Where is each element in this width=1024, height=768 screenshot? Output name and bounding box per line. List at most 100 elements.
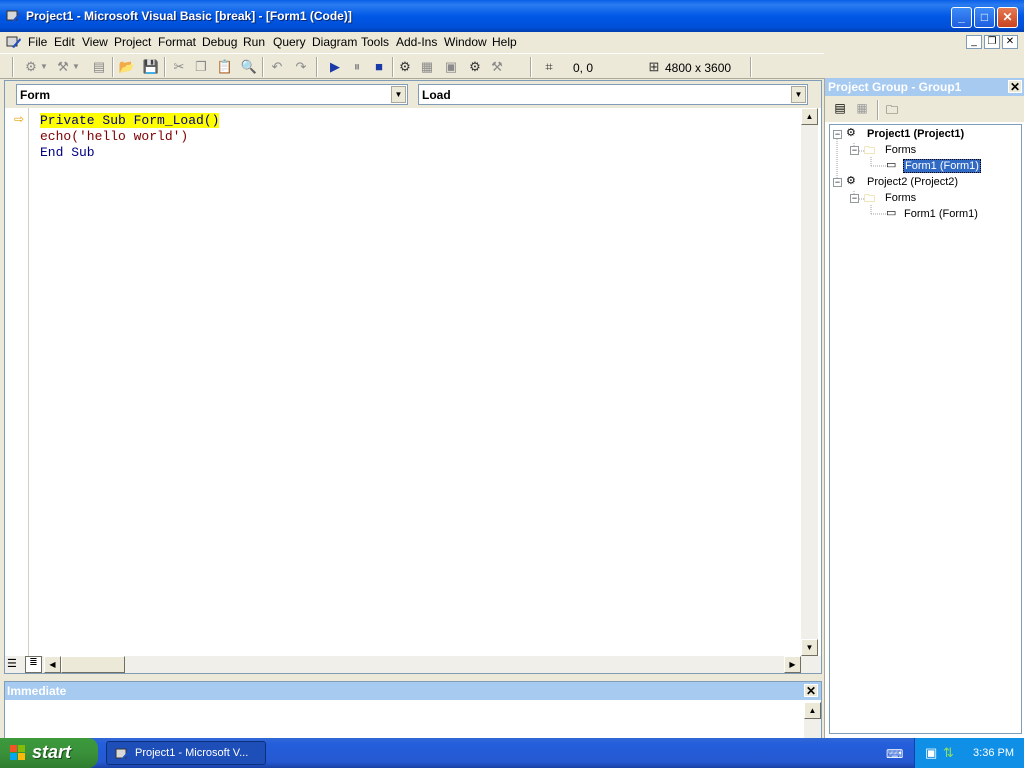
view-code-icon[interactable]: ▤: [831, 101, 849, 117]
menu-editor-icon[interactable]: ▤: [90, 58, 108, 76]
monitor-icon[interactable]: ▣: [925, 745, 937, 761]
start-button[interactable]: start: [0, 738, 98, 768]
chevron-down-icon[interactable]: ▼: [391, 86, 406, 103]
project-explorer-toolbar: ▤ ▦ 🗀: [825, 96, 1024, 122]
copy-icon[interactable]: ❐: [192, 58, 210, 76]
stop-icon[interactable]: ■: [370, 58, 388, 76]
redo-icon[interactable]: ↷: [292, 58, 310, 76]
menu-project[interactable]: Project: [114, 35, 151, 49]
minimize-button[interactable]: _: [951, 7, 972, 28]
immediate-scrollbar[interactable]: ▲: [804, 702, 821, 738]
chevron-down-icon[interactable]: ▼: [791, 86, 806, 103]
horizontal-scrollbar[interactable]: ☰ ≣ ◀ ▶: [5, 656, 821, 673]
code-combos: Form ▼ Load ▼: [5, 81, 821, 108]
immediate-window[interactable]: Immediate ✕ ▲: [4, 681, 822, 739]
menu-format[interactable]: Format: [158, 35, 196, 49]
menu-edit[interactable]: Edit: [54, 35, 75, 49]
tree-node-project2[interactable]: Project2 (Project2): [867, 176, 958, 188]
scroll-right-icon[interactable]: ▶: [784, 656, 801, 673]
visual-basic-icon: [115, 748, 130, 760]
vertical-scrollbar[interactable]: ▲ ▼: [801, 108, 818, 656]
form-layout-icon[interactable]: ▣: [442, 58, 460, 76]
run-icon[interactable]: ▶: [326, 58, 344, 76]
size-readout: 4800 x 3600: [665, 61, 732, 75]
code-margin[interactable]: ⇨: [5, 108, 29, 656]
project-explorer-close-button[interactable]: ✕: [1008, 80, 1022, 93]
menu-bar: File Edit View Project Format Debug Run …: [0, 32, 1024, 53]
tree-collapse-toggle[interactable]: −: [850, 146, 859, 155]
tree-collapse-toggle[interactable]: −: [833, 178, 842, 187]
project-tree: − ⚙ Project1 (Project1) − 🗀 Forms ▭ Form…: [829, 124, 1022, 734]
code-line[interactable]: Private Sub Form_Load(): [40, 113, 220, 128]
mdi-close-button[interactable]: ✕: [1002, 35, 1018, 49]
code-editor[interactable]: Private Sub Form_Load() echo('hello worl…: [29, 108, 801, 656]
code-line[interactable]: echo('hello world'): [40, 129, 188, 144]
position-icon: ⌗: [545, 59, 553, 74]
menu-run[interactable]: Run: [243, 35, 265, 49]
tree-node-forms[interactable]: Forms: [885, 192, 916, 204]
window-title-bar[interactable]: Project1 - Microsoft Visual Basic [break…: [0, 0, 1024, 32]
tree-node-form1-selected[interactable]: Form1 (Form1): [903, 159, 981, 173]
scroll-up-icon[interactable]: ▲: [804, 702, 821, 719]
menu-window[interactable]: Window: [444, 35, 487, 49]
properties-window-icon[interactable]: ▦: [418, 58, 436, 76]
keyboard-icon[interactable]: ⌨: [886, 747, 903, 761]
menu-file[interactable]: File: [28, 35, 47, 49]
code-window: Form ▼ Load ▼ ⇨ Private Sub Form_Load() …: [4, 80, 822, 674]
menu-tools[interactable]: Tools: [361, 35, 389, 49]
undo-icon[interactable]: ↶: [268, 58, 286, 76]
code-line[interactable]: End Sub: [40, 145, 95, 160]
toggle-folders-icon[interactable]: 🗀: [883, 101, 901, 117]
procedure-combo[interactable]: Load ▼: [418, 84, 808, 105]
chevron-down-icon[interactable]: ▼: [40, 58, 48, 76]
project-explorer-title-bar[interactable]: Project Group - Group1 ✕: [825, 78, 1024, 96]
tree-node-project1[interactable]: Project1 (Project1): [867, 128, 964, 140]
menu-query[interactable]: Query: [273, 35, 306, 49]
chevron-down-icon[interactable]: ▼: [72, 58, 80, 76]
toolbox-icon[interactable]: ⚒: [488, 58, 506, 76]
menu-add-ins[interactable]: Add-Ins: [396, 35, 437, 49]
project-explorer: Project Group - Group1 ✕ ▤ ▦ 🗀 − ⚙ Proje…: [824, 78, 1024, 738]
immediate-title: Immediate: [7, 684, 67, 698]
tree-node-form1[interactable]: Form1 (Form1): [904, 208, 978, 220]
mdi-restore-button[interactable]: ❐: [984, 35, 1000, 49]
mdi-minimize-button[interactable]: _: [966, 35, 982, 49]
cut-icon[interactable]: ✂: [170, 58, 188, 76]
view-object-icon[interactable]: ▦: [853, 101, 871, 117]
code-window-icon[interactable]: [6, 34, 22, 50]
add-form-icon[interactable]: ⚒: [54, 58, 72, 76]
horizontal-scroll-thumb[interactable]: [61, 656, 125, 673]
clock[interactable]: 3:36 PM: [973, 747, 1014, 759]
object-browser-icon[interactable]: ⚙: [466, 58, 484, 76]
procedure-view-icon[interactable]: ☰: [7, 657, 17, 670]
full-module-view-icon[interactable]: ≣: [25, 656, 42, 673]
find-icon[interactable]: 🔍: [240, 58, 258, 76]
form-icon: ▭: [886, 207, 897, 219]
scroll-down-icon[interactable]: ▼: [801, 639, 818, 656]
pause-icon[interactable]: ⏸: [348, 58, 366, 76]
taskbar-item-label: Project1 - Microsoft V...: [135, 747, 249, 759]
tree-collapse-toggle[interactable]: −: [850, 194, 859, 203]
immediate-close-button[interactable]: ✕: [804, 684, 818, 697]
immediate-title-bar[interactable]: Immediate ✕: [5, 682, 821, 700]
scroll-up-icon[interactable]: ▲: [801, 108, 818, 125]
close-button[interactable]: ✕: [997, 7, 1018, 28]
scroll-left-icon[interactable]: ◀: [44, 656, 61, 673]
tree-node-forms[interactable]: Forms: [885, 144, 916, 156]
execution-point-arrow-icon: ⇨: [14, 112, 25, 126]
menu-diagram[interactable]: Diagram: [312, 35, 357, 49]
maximize-button[interactable]: □: [974, 7, 995, 28]
network-icon[interactable]: ⇅: [943, 745, 954, 761]
menu-debug[interactable]: Debug: [202, 35, 237, 49]
paste-icon[interactable]: 📋: [216, 58, 234, 76]
add-project-icon[interactable]: ⚙: [22, 58, 40, 76]
tree-collapse-toggle[interactable]: −: [833, 130, 842, 139]
project-explorer-title: Project Group - Group1: [828, 80, 962, 94]
menu-view[interactable]: View: [82, 35, 108, 49]
menu-help[interactable]: Help: [492, 35, 517, 49]
open-folder-icon[interactable]: 📂: [118, 58, 136, 76]
project-explorer-icon[interactable]: ⚙: [396, 58, 414, 76]
save-icon[interactable]: 💾: [142, 58, 160, 76]
object-combo[interactable]: Form ▼: [16, 84, 408, 105]
taskbar-item-vb[interactable]: Project1 - Microsoft V...: [106, 741, 266, 765]
